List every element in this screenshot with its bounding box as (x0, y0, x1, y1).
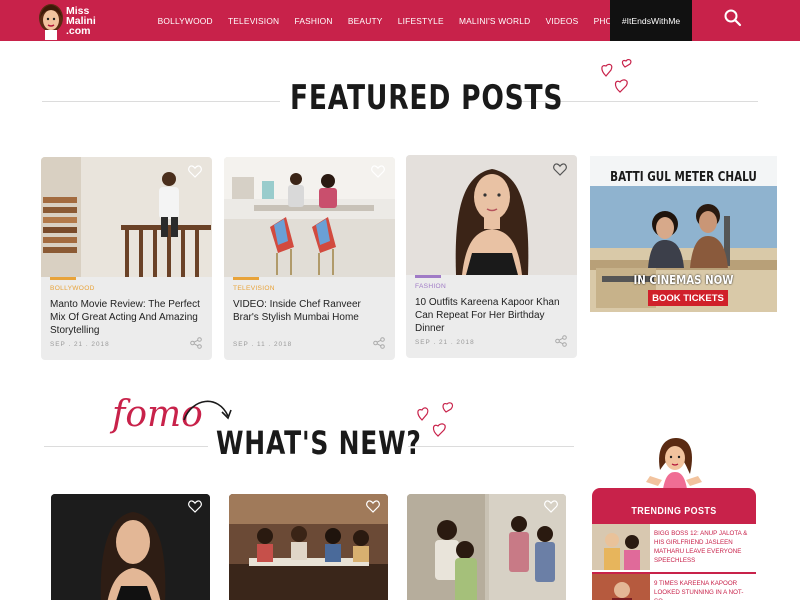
hearts-doodle-icon (417, 402, 454, 437)
post-title[interactable]: Manto Movie Review: The Perfect Mix Of G… (50, 298, 206, 337)
trending-item-text[interactable]: BIGG BOSS 12: ANUP JALOTA & HIS GIRLFRIE… (654, 529, 754, 565)
favorite-heart-icon[interactable] (188, 500, 202, 513)
post-title[interactable]: 10 Outfits Kareena Kapoor Khan Can Repea… (415, 296, 571, 335)
whats-new-title: WHAT'S NEW? (216, 424, 422, 462)
trending-mascot-illustration (646, 438, 702, 496)
ad-title: BATTI GUL METER CHALU (610, 170, 757, 185)
ad-cinemas-text: IN CINEMAS NOW (633, 273, 734, 287)
nav-item-bollywood[interactable]: BOLLYWOOD (158, 16, 213, 26)
hearts-doodle-icon (601, 58, 632, 93)
favorite-heart-icon[interactable] (544, 500, 558, 513)
favorite-heart-icon[interactable] (553, 163, 567, 176)
post-date: SEP . 21 . 2018 (50, 341, 110, 348)
curved-arrow-icon (183, 400, 232, 421)
nav-item-fashion[interactable]: FASHION (294, 16, 332, 26)
favorite-heart-icon[interactable] (366, 500, 380, 513)
post-image[interactable] (224, 157, 395, 277)
trending-posts-panel: TRENDING POSTS BIGG BOSS 12: ANUP JALOTA… (592, 488, 756, 600)
post-category[interactable]: TELEVISION (233, 285, 275, 292)
category-bar (233, 277, 259, 280)
site-header: Miss Malini .com BOLLYWOOD TELEVISION FA… (0, 0, 800, 41)
nav-item-videos[interactable]: VIDEOS (546, 16, 579, 26)
ad-book-tickets-button[interactable]: BOOK TICKETS (648, 290, 728, 306)
share-icon[interactable] (190, 337, 202, 349)
trending-item-text[interactable]: 9 TIMES KAREENA KAPOOR LOOKED STUNNING I… (654, 579, 754, 600)
trending-thumbnail[interactable] (592, 524, 650, 570)
post-title[interactable]: VIDEO: Inside Chef Ranveer Brar's Stylis… (233, 298, 389, 324)
trending-posts-title: TRENDING POSTS (631, 505, 717, 517)
nav-item-beauty[interactable]: BEAUTY (348, 16, 383, 26)
nav-hashtag-link[interactable]: #ItEndsWithMe (610, 0, 692, 41)
post-image[interactable] (41, 157, 212, 277)
nav-item-malinis-world[interactable]: MALINI'S WORLD (459, 16, 530, 26)
post-category[interactable]: BOLLYWOOD (50, 285, 95, 292)
featured-post-card[interactable]: FASHION 10 Outfits Kareena Kapoor Khan C… (406, 155, 577, 358)
search-icon[interactable] (723, 8, 743, 28)
post-image[interactable] (407, 494, 566, 600)
trending-thumbnail[interactable] (592, 574, 650, 600)
whatsnew-rule-right (408, 446, 574, 447)
movie-advertisement[interactable]: BATTI GUL METER CHALU IN CINEMAS NOW BOO… (590, 156, 777, 312)
featured-posts-title: FEATURED POSTS (290, 78, 564, 118)
featured-post-card[interactable]: BOLLYWOOD Manto Movie Review: The Perfec… (41, 157, 212, 360)
whats-new-card[interactable] (229, 494, 388, 600)
featured-post-card[interactable]: TELEVISION VIDEO: Inside Chef Ranveer Br… (224, 157, 395, 360)
post-date: SEP . 11 . 2018 (233, 341, 293, 348)
whats-new-card[interactable] (407, 494, 566, 600)
favorite-heart-icon[interactable] (188, 165, 202, 178)
nav-item-lifestyle[interactable]: LIFESTYLE (398, 16, 444, 26)
post-image[interactable] (51, 494, 210, 600)
logo-line-3: .com (66, 25, 91, 37)
nav-item-television[interactable]: TELEVISION (228, 16, 279, 26)
post-image[interactable] (229, 494, 388, 600)
share-icon[interactable] (373, 337, 385, 349)
post-date: SEP . 21 . 2018 (415, 339, 475, 346)
favorite-heart-icon[interactable] (371, 165, 385, 178)
trending-item[interactable]: 9 TIMES KAREENA KAPOOR LOOKED STUNNING I… (592, 574, 756, 600)
logo-face-icon (39, 4, 63, 40)
category-bar (50, 277, 76, 280)
site-logo[interactable]: Miss Malini .com (36, 2, 146, 40)
category-bar (415, 275, 441, 278)
post-image[interactable] (406, 155, 577, 275)
main-nav: BOLLYWOOD TELEVISION FASHION BEAUTY LIFE… (150, 0, 638, 41)
whatsnew-rule-left (44, 446, 208, 447)
featured-rule-left (42, 101, 280, 102)
share-icon[interactable] (555, 335, 567, 347)
trending-item[interactable]: BIGG BOSS 12: ANUP JALOTA & HIS GIRLFRIE… (592, 524, 756, 572)
post-category[interactable]: FASHION (415, 283, 446, 290)
whats-new-card[interactable] (51, 494, 210, 600)
